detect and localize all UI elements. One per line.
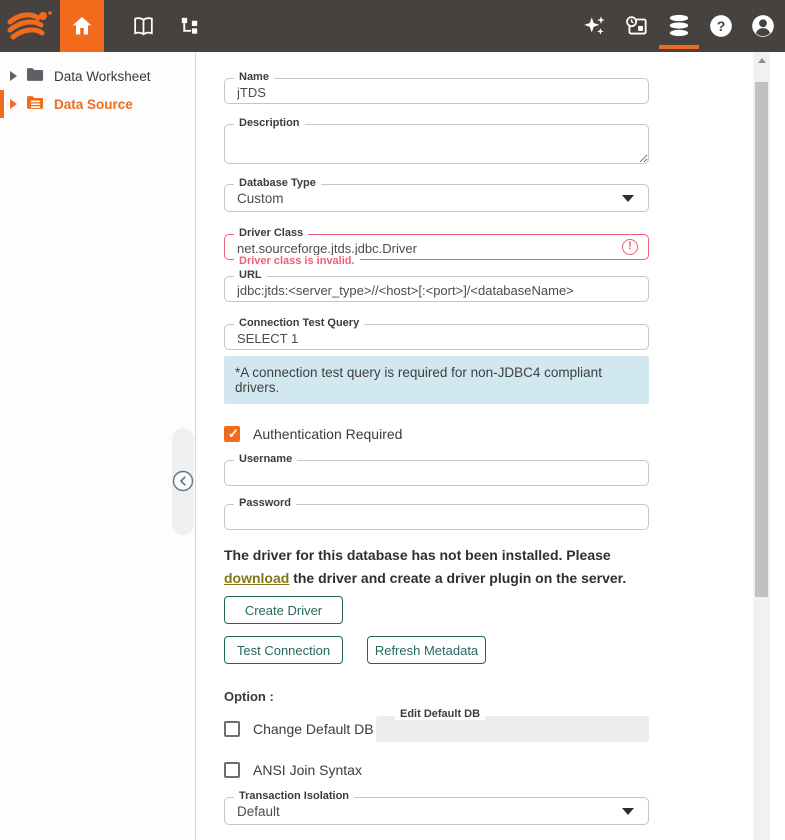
data-source-nav-button[interactable]	[666, 0, 691, 52]
panel-splitter[interactable]	[172, 428, 194, 535]
database-type-label: Database Type	[234, 177, 321, 189]
hierarchy-button[interactable]	[176, 13, 202, 39]
driver-class-error: Driver class is invalid.	[234, 255, 360, 267]
description-field[interactable]: Description	[224, 124, 649, 164]
top-bar: ?	[0, 0, 785, 52]
transaction-isolation-select[interactable]: Transaction Isolation Default	[224, 797, 649, 825]
url-input[interactable]	[225, 277, 648, 301]
home-icon	[69, 13, 95, 39]
sidebar-item-label: Data Worksheet	[54, 69, 151, 84]
schedule-button[interactable]	[624, 0, 649, 52]
up-arrow-icon	[758, 58, 766, 63]
name-field[interactable]: Name	[224, 78, 649, 104]
test-connection-button[interactable]: Test Connection	[224, 636, 343, 664]
home-button[interactable]	[60, 0, 104, 52]
name-input[interactable]	[225, 79, 648, 103]
sparkles-icon	[582, 13, 608, 39]
database-folder-icon	[26, 94, 45, 114]
folder-icon	[26, 66, 45, 86]
expand-arrow-icon[interactable]	[10, 71, 17, 81]
driver-missing-text: the driver and create a driver plugin on…	[289, 570, 626, 586]
account-icon	[750, 13, 776, 39]
right-gutter	[770, 52, 785, 840]
connection-test-query-label: Connection Test Query	[234, 317, 364, 329]
url-field-label: URL	[234, 269, 267, 281]
active-item-bar	[0, 90, 4, 118]
chevron-down-icon	[622, 195, 634, 202]
ansi-join-syntax-checkbox-row[interactable]: ANSI Join Syntax	[224, 762, 649, 778]
description-field-label: Description	[234, 117, 305, 129]
account-button[interactable]	[750, 0, 775, 52]
active-tab-underline	[659, 45, 699, 49]
option-heading: Option :	[224, 689, 649, 704]
database-type-value: Custom	[237, 191, 284, 206]
authentication-required-checkbox-row[interactable]: Authentication Required	[224, 426, 649, 442]
download-link[interactable]: download	[224, 570, 289, 586]
authentication-required-checkbox[interactable]	[224, 426, 240, 442]
test-query-note: *A connection test query is required for…	[224, 356, 649, 404]
edit-default-db-label: Edit Default DB	[395, 708, 485, 720]
transaction-isolation-value: Default	[237, 804, 280, 819]
change-default-db-checkbox[interactable]	[224, 721, 240, 737]
database-icon	[666, 13, 692, 39]
transaction-isolation-label: Transaction Isolation	[234, 790, 354, 802]
scrollbar-track[interactable]	[753, 52, 770, 840]
name-field-label: Name	[234, 71, 274, 83]
change-default-db-checkbox-row[interactable]: Change Default DB	[224, 721, 376, 737]
error-icon	[622, 239, 638, 255]
sidebar: Data Worksheet Data Source	[0, 52, 196, 840]
svg-text:?: ?	[716, 18, 725, 34]
ansi-join-syntax-label: ANSI Join Syntax	[253, 762, 362, 778]
sidebar-item-data-source[interactable]: Data Source	[0, 90, 195, 118]
chevron-down-icon	[622, 808, 634, 815]
driver-missing-text: The driver for this database has not bee…	[224, 547, 611, 563]
ansi-join-syntax-checkbox[interactable]	[224, 762, 240, 778]
driver-missing-message: The driver for this database has not bee…	[224, 544, 654, 590]
authentication-required-label: Authentication Required	[253, 426, 402, 442]
username-field[interactable]: Username	[224, 460, 649, 486]
change-default-db-label: Change Default DB	[253, 721, 374, 737]
scroll-up-button[interactable]	[753, 52, 770, 69]
password-field-label: Password	[234, 497, 296, 509]
ai-assistant-button[interactable]	[582, 0, 607, 52]
connection-test-query-field[interactable]: Connection Test Query	[224, 324, 649, 350]
collapse-panel-button[interactable]	[172, 470, 194, 492]
sidebar-item-data-worksheet[interactable]: Data Worksheet	[0, 62, 195, 90]
sidebar-item-label: Data Source	[54, 97, 133, 112]
expand-arrow-icon[interactable]	[10, 99, 17, 109]
driver-class-field[interactable]: Driver Class Driver class is invalid.	[224, 234, 649, 260]
schedule-icon	[624, 13, 650, 39]
create-driver-button[interactable]: Create Driver	[224, 596, 343, 624]
refresh-metadata-button[interactable]: Refresh Metadata	[367, 636, 486, 664]
driver-class-label: Driver Class	[234, 227, 308, 239]
url-field[interactable]: URL	[224, 276, 649, 302]
library-button[interactable]	[130, 13, 156, 39]
scrollbar-thumb[interactable]	[755, 82, 768, 597]
edit-default-db-field: Edit Default DB	[376, 716, 649, 742]
help-icon: ?	[708, 13, 734, 39]
help-button[interactable]: ?	[708, 0, 733, 52]
username-field-label: Username	[234, 453, 297, 465]
database-type-select[interactable]: Database Type Custom	[224, 184, 649, 212]
description-input[interactable]	[225, 125, 648, 163]
brand-logo-icon	[0, 7, 60, 45]
password-field[interactable]: Password	[224, 504, 649, 530]
data-source-form-panel: Name Description Database Type Custom Dr…	[196, 52, 753, 840]
